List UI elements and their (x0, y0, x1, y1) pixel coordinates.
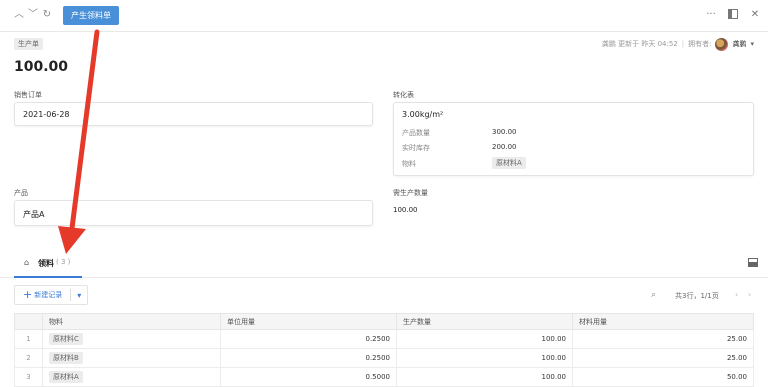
conversion-row-key: 产品数量 (402, 129, 430, 137)
required-qty-value: 100.00 (393, 206, 418, 214)
owner-dropdown-icon[interactable]: ▾ (750, 40, 754, 48)
column-header[interactable]: 单位用量 (220, 313, 397, 330)
owner-name[interactable]: 龚鹏 (732, 39, 746, 49)
material-cell[interactable]: 原材料C (42, 329, 221, 349)
unit-cell[interactable]: 0.5000 (220, 367, 397, 387)
chevron-down-icon[interactable]: ﹀ (27, 9, 39, 21)
material-cell[interactable]: 原材料A (42, 367, 221, 387)
table-header-row: 物料 单位用量 生产数量 材料用量 (14, 313, 754, 330)
conversion-title: 3.00kg/m² (402, 110, 444, 119)
record-meta: 龚鹏 更新于 昨天 04:52 | 拥有者: 龚鹏 ▾ (602, 37, 754, 51)
sales-order-label: 销售订单 (14, 91, 42, 99)
sales-order-value: 2021-06-28 (23, 110, 70, 119)
record-type-tag: 生产单 (14, 38, 43, 50)
qty-cell[interactable]: 100.00 (396, 348, 573, 368)
page-title: 100.00 (14, 59, 69, 75)
updated-text: 龚鹏 更新于 昨天 04:52 (601, 40, 678, 48)
conversion-row-key: 实时库存 (402, 144, 430, 152)
materials-table: 物料 单位用量 生产数量 材料用量 1 原材料C 0.2500 100.00 2… (14, 313, 754, 387)
usage-cell[interactable]: 50.00 (572, 367, 754, 387)
conversion-row-key: 物料 (402, 160, 416, 168)
avatar (715, 37, 729, 51)
dropdown-caret-icon[interactable]: ▾ (71, 291, 87, 300)
column-header[interactable]: 物料 (42, 313, 221, 330)
column-header[interactable]: 材料用量 (572, 313, 754, 330)
row-index: 3 (14, 367, 43, 387)
row-index: 1 (14, 329, 43, 349)
qty-cell[interactable]: 100.00 (396, 367, 573, 387)
refresh-icon[interactable]: ↻ (41, 9, 53, 21)
new-record-button-group: + 新建记录 ▾ (14, 285, 89, 305)
product-field[interactable]: 产品A (14, 200, 373, 226)
prev-page-icon[interactable]: ‹ (735, 290, 738, 299)
conversion-label: 转化表 (393, 91, 414, 99)
more-icon[interactable]: ··· (705, 9, 717, 21)
conversion-card[interactable]: 3.00kg/m² 产品数量 300.00 实时库存 200.00 物料 原材料… (393, 102, 754, 176)
search-icon[interactable]: ⌕ (651, 290, 656, 300)
table-row[interactable]: 2 原材料B 0.2500 100.00 25.00 (14, 348, 754, 368)
generate-picking-order-button[interactable]: 产生领料单 (63, 6, 119, 25)
picking-icon: ⌂ (24, 258, 30, 267)
tab-picking[interactable]: ⌂ 领料 ( 3 ) (14, 250, 82, 278)
chevron-up-icon[interactable]: ︿ (13, 9, 25, 21)
product-value: 产品A (23, 210, 45, 219)
top-bar: ︿ ﹀ ↻ 产生领料单 ··· ✕ (0, 0, 768, 32)
qty-cell[interactable]: 100.00 (396, 329, 573, 349)
panel-toggle-icon[interactable] (727, 9, 739, 21)
plus-icon[interactable]: + (15, 286, 34, 304)
usage-cell[interactable]: 25.00 (572, 329, 754, 349)
usage-cell[interactable]: 25.00 (572, 348, 754, 368)
tab-label: 领料 (38, 259, 54, 268)
sales-order-field[interactable]: 2021-06-28 (14, 102, 373, 126)
material-cell[interactable]: 原材料B (42, 348, 221, 368)
row-index: 2 (14, 348, 43, 368)
layout-icon[interactable] (748, 258, 758, 267)
column-header[interactable]: 生产数量 (396, 313, 573, 330)
next-page-icon[interactable]: › (748, 290, 751, 299)
close-icon[interactable]: ✕ (749, 9, 761, 21)
tab-bar: ⌂ 领料 ( 3 ) (0, 250, 768, 278)
unit-cell[interactable]: 0.2500 (220, 348, 397, 368)
pagination-summary: 共3行，1/1页 (675, 292, 719, 300)
conversion-row-value: 200.00 (492, 143, 517, 151)
conversion-material-tag[interactable]: 原材料A (492, 157, 526, 169)
unit-cell[interactable]: 0.2500 (220, 329, 397, 349)
tab-count: ( 3 ) (56, 258, 71, 266)
index-header (14, 313, 43, 330)
table-row[interactable]: 1 原材料C 0.2500 100.00 25.00 (14, 329, 754, 349)
conversion-row-value: 300.00 (492, 128, 517, 136)
required-qty-label: 需生产数量 (393, 189, 428, 197)
new-record-button[interactable]: 新建记录 (34, 290, 70, 300)
product-label: 产品 (14, 189, 28, 197)
table-row[interactable]: 3 原材料A 0.5000 100.00 50.00 (14, 367, 754, 387)
owner-label: 拥有者: (688, 40, 712, 48)
